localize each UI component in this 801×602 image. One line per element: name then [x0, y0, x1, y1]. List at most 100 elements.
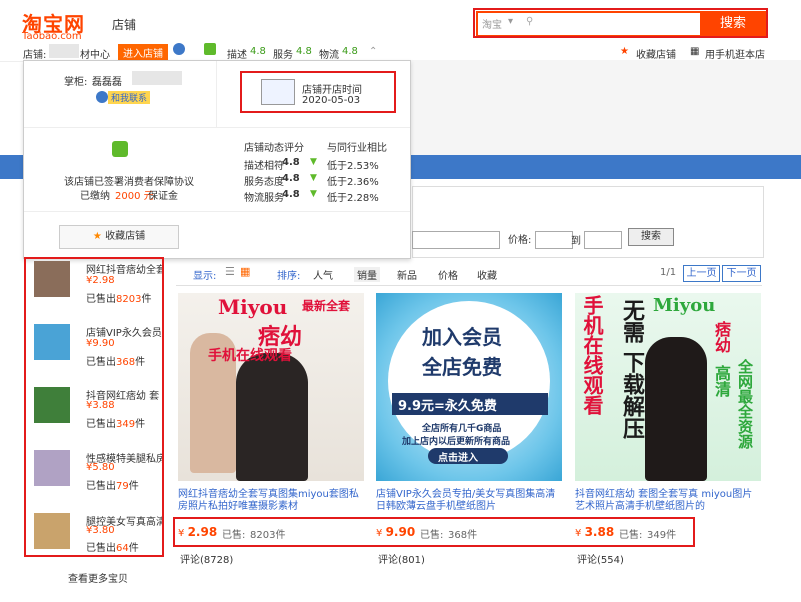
product-reviews[interactable]: 评论(554) — [577, 551, 624, 566]
image-note2: 加上店内以后更新所有商品 — [402, 437, 511, 447]
sort-price[interactable]: 价格 — [438, 267, 458, 282]
score-value: 4.8 — [282, 189, 300, 200]
price-to-label: 到 — [571, 236, 581, 247]
view-more-link[interactable]: 查看更多宝贝 — [68, 570, 128, 585]
image-right-text2: 全网最全资源 — [736, 359, 754, 449]
owner-name-blurred — [132, 71, 182, 85]
score-label: 服务态度 — [244, 177, 284, 188]
score-compare: 低于2.28% — [327, 193, 379, 204]
product-image[interactable]: Miyou 最新全套 痞幼 手机在线观看 — [178, 293, 364, 481]
score-label: 物流服务 — [244, 193, 284, 204]
divider — [24, 211, 410, 212]
filter-search-button[interactable]: 搜索 — [628, 228, 674, 246]
score-label: 描述相符 — [244, 161, 284, 172]
shop-info-popup: 掌柜: 磊磊磊 和我联系 店铺开店时间 2020-05-03 该店铺已签署消费者… — [23, 60, 411, 259]
product-title[interactable]: 网红抖音痞幼全套写真图集miyou套图私房照片私拍好唯塞摄影素材 — [178, 489, 364, 513]
rating-desc-value: 4.8 — [250, 46, 266, 57]
mobile-shop-link[interactable]: 用手机逛本店 — [705, 46, 765, 61]
popup-favorite-button[interactable]: ★ 收藏店铺 — [59, 225, 179, 249]
prev-page-button[interactable]: 上一页 — [683, 265, 720, 282]
rating-desc-label: 描述 — [227, 50, 247, 61]
image-mid-text2: 下载解压 — [619, 351, 644, 439]
list-view-icon[interactable]: ☰ — [225, 265, 235, 278]
score-value: 4.8 — [282, 157, 300, 168]
shop-name[interactable]: 材中心 — [80, 46, 110, 61]
popup-favorite-label: 收藏店铺 — [105, 231, 146, 242]
sort-sales[interactable]: 销量 — [354, 267, 380, 282]
rating-service-label: 服务 — [273, 50, 293, 61]
display-label: 显示: — [193, 271, 217, 282]
arrow-down-icon: ▼ — [310, 173, 317, 183]
sort-label: 排序: — [277, 271, 301, 282]
next-page-button[interactable]: 下一页 — [722, 265, 761, 282]
owner-label: 掌柜: — [64, 77, 88, 88]
page-info: 1/1 — [660, 267, 677, 278]
product-image[interactable]: 加入会员 全店免费 9.9元=永久免费 全店所有几千G商品 加上店内以后更新所有… — [376, 293, 562, 481]
product-title[interactable]: 店铺VIP永久会员专拍/美女写真图集高清日韩欧薄云盘手机壁纸图片 — [376, 489, 562, 513]
shop-header-background — [410, 60, 801, 155]
divider — [216, 61, 217, 127]
image-subline: 手机在线观看 — [208, 348, 292, 364]
rating-logistics-label: 物流 — [319, 50, 339, 61]
score-compare: 低于2.53% — [327, 161, 379, 172]
image-right-text1: 高清 — [712, 365, 731, 397]
highlight-box-sidebar — [24, 257, 164, 557]
image-title: Miyou — [218, 295, 288, 319]
shop-name-blurred — [49, 44, 79, 58]
rating-service-value: 4.8 — [296, 46, 312, 57]
image-line1: 加入会员 — [422, 325, 502, 349]
product-reviews[interactable]: 评论(8728) — [180, 551, 233, 566]
guarantee-shield-icon — [112, 141, 128, 157]
image-note1: 全店所有几千G商品 — [422, 424, 502, 434]
image-button-label: 点击进入 — [438, 453, 478, 464]
guarantee-icon — [204, 43, 216, 55]
image-line2: 全店免费 — [422, 355, 502, 379]
sort-popularity[interactable]: 人气 — [313, 267, 333, 282]
favorite-shop-link[interactable]: 收藏店铺 — [636, 46, 676, 61]
model-silhouette — [236, 353, 308, 481]
price-min-input[interactable] — [535, 231, 573, 249]
product-image[interactable]: Miyou 痞幼 手机在线观看 无需 下载解压 高清 全网最全资源 — [575, 293, 761, 481]
owner-name: 磊磊磊 — [92, 77, 122, 88]
keyword-input[interactable] — [412, 231, 500, 249]
image-headline: 痞幼 — [712, 321, 731, 353]
image-left-text: 手机在线观看 — [580, 295, 604, 415]
highlight-box-open-time — [240, 71, 396, 113]
highlight-box-prices — [173, 517, 695, 547]
image-mid-text1: 无需 — [619, 299, 644, 343]
divider — [24, 127, 410, 128]
globe-icon — [173, 43, 185, 55]
compare-header: 与同行业相比 — [327, 143, 387, 154]
star-icon: ★ — [92, 231, 102, 242]
qr-code-icon: ▦ — [690, 46, 700, 57]
arrow-down-icon: ▼ — [310, 157, 317, 167]
enter-shop-button[interactable]: 进入店铺 — [118, 44, 168, 61]
sort-favorites[interactable]: 收藏 — [477, 267, 497, 282]
rating-logistics-value: 4.8 — [342, 46, 358, 57]
sort-new[interactable]: 新品 — [397, 267, 417, 282]
score-header: 店铺动态评分 — [244, 143, 304, 154]
score-compare: 低于2.36% — [327, 177, 379, 188]
deposit-suffix: 保证金 — [148, 191, 178, 202]
highlight-box-search — [473, 8, 768, 38]
price-max-input[interactable] — [584, 231, 622, 249]
star-icon: ★ — [620, 46, 629, 57]
model-silhouette — [645, 337, 707, 481]
image-title: Miyou — [653, 295, 716, 316]
product-reviews[interactable]: 评论(801) — [378, 551, 425, 566]
price-label: 价格: — [508, 235, 532, 246]
corner-decoration — [752, 190, 762, 200]
arrow-down-icon: ▼ — [310, 189, 317, 199]
image-badge: 最新全套 — [302, 299, 351, 313]
grid-view-icon[interactable]: ▦ — [240, 265, 250, 278]
chevron-up-icon[interactable]: ⌃ — [369, 46, 377, 57]
shop-prefix: 店铺: — [23, 50, 47, 61]
score-value: 4.8 — [282, 173, 300, 184]
protocol-text: 该店铺已签署消费者保障协议 — [64, 177, 194, 188]
chat-icon — [96, 91, 108, 103]
product-title[interactable]: 抖音网红痞幼 套图全套写真 miyou图片艺术照片高清手机壁纸图片的 — [575, 489, 761, 513]
deposit-prefix: 已缴纳 — [80, 191, 110, 202]
image-price: 9.9元=永久免费 — [398, 399, 497, 414]
shop-label: 店铺 — [112, 18, 137, 32]
contact-button[interactable]: 和我联系 — [108, 91, 151, 104]
